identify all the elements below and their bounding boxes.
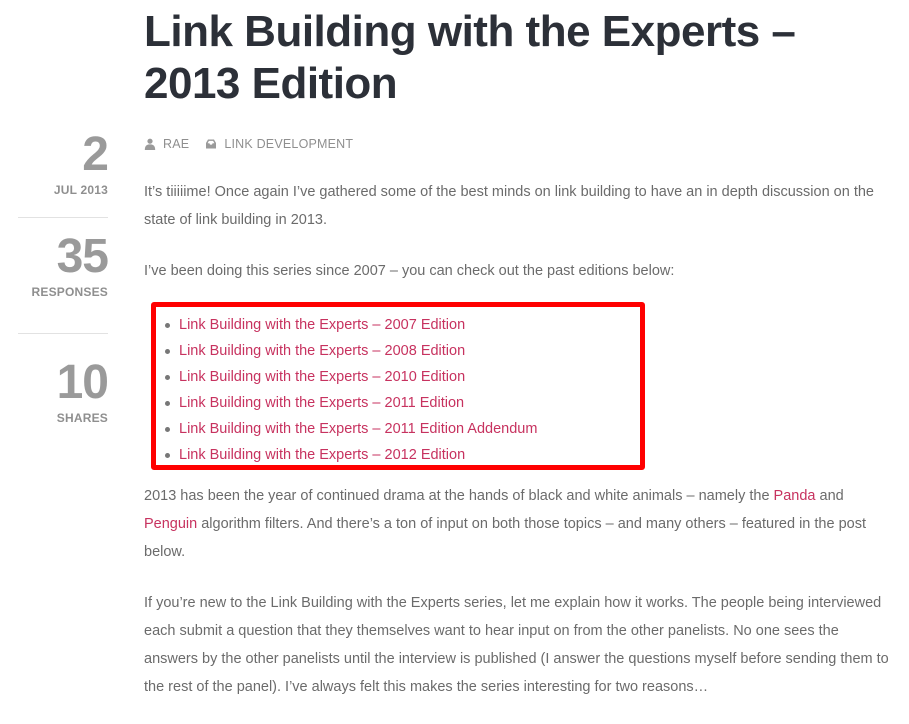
bullet-icon <box>165 349 170 354</box>
post-date-month-year: JUL 2013 <box>53 183 108 197</box>
inbox-folder-icon <box>206 139 217 149</box>
panda-link[interactable]: Panda <box>774 488 816 504</box>
post-stats-sidebar: 2 JUL 2013 35 RESPONSES 10 SHARES <box>18 128 110 426</box>
drama-text-3: algorithm filters. And there’s a ton of … <box>144 516 866 560</box>
list-item: Link Building with the Experts – 2008 Ed… <box>156 338 640 364</box>
post-category-name[interactable]: LINK DEVELOPMENT <box>224 137 353 151</box>
edition-link-2010[interactable]: Link Building with the Experts – 2010 Ed… <box>179 369 465 385</box>
post-content: It’s tiiiiime! Once again I’ve gathered … <box>144 178 894 724</box>
explain-paragraph: If you’re new to the Link Building with … <box>144 595 889 695</box>
responses-count: 35 <box>56 230 109 283</box>
bullet-icon <box>165 427 170 432</box>
edition-link-2007[interactable]: Link Building with the Experts – 2007 Ed… <box>179 317 465 333</box>
list-item: Link Building with the Experts – 2007 Ed… <box>156 312 640 338</box>
user-icon <box>144 138 156 150</box>
drama-paragraph: 2013 has been the year of continued dram… <box>144 482 894 566</box>
bullet-icon <box>165 401 170 406</box>
drama-text-1: 2013 has been the year of continued dram… <box>144 488 774 504</box>
shares-count: 10 <box>56 356 109 409</box>
post-author[interactable]: RAE <box>144 137 189 151</box>
post-title: Link Building with the Experts – 2013 Ed… <box>144 7 796 108</box>
bullet-icon <box>165 453 170 458</box>
shares-label: SHARES <box>56 411 108 425</box>
responses-label: RESPONSES <box>31 285 108 299</box>
post-date: 2 JUL 2013 <box>18 128 109 217</box>
past-editions-highlight-box: Link Building with the Experts – 2007 Ed… <box>151 302 645 470</box>
edition-link-2011-addendum[interactable]: Link Building with the Experts – 2011 Ed… <box>179 421 537 437</box>
intro-paragraph: It’s tiiiiime! Once again I’ve gathered … <box>144 184 874 228</box>
post-date-day: 2 <box>82 128 109 181</box>
edition-link-2012[interactable]: Link Building with the Experts – 2012 Ed… <box>179 447 465 463</box>
drama-text-2: and <box>815 488 844 504</box>
list-item: Link Building with the Experts – 2012 Ed… <box>156 442 640 468</box>
edition-link-2011[interactable]: Link Building with the Experts – 2011 Ed… <box>179 395 464 411</box>
series-paragraph: I’ve been doing this series since 2007 –… <box>144 263 675 279</box>
edition-link-2008[interactable]: Link Building with the Experts – 2008 Ed… <box>179 343 465 359</box>
post-author-name[interactable]: RAE <box>163 137 189 151</box>
bullet-icon <box>165 323 170 328</box>
shares-stat: 10 SHARES <box>18 356 109 426</box>
list-item: Link Building with the Experts – 2011 Ed… <box>156 390 640 416</box>
post-meta: RAE LINK DEVELOPMENT <box>144 137 369 151</box>
stat-divider <box>18 333 108 334</box>
bullet-icon <box>165 375 170 380</box>
list-item: Link Building with the Experts – 2010 Ed… <box>156 364 640 390</box>
past-editions-list: Link Building with the Experts – 2007 Ed… <box>156 307 640 468</box>
penguin-link[interactable]: Penguin <box>144 516 197 532</box>
post-category[interactable]: LINK DEVELOPMENT <box>205 137 353 151</box>
stat-divider <box>18 217 108 218</box>
list-item: Link Building with the Experts – 2011 Ed… <box>156 416 640 442</box>
responses-stat[interactable]: 35 RESPONSES <box>18 230 110 333</box>
